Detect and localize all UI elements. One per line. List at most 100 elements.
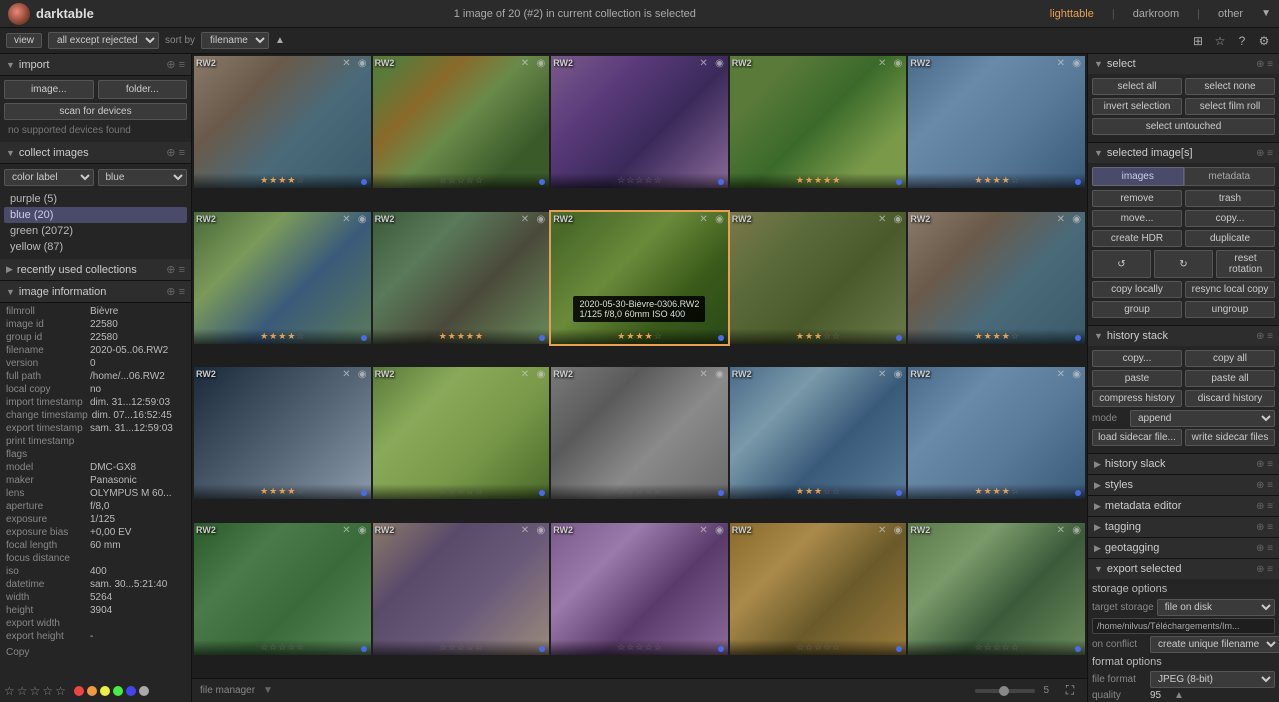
star-3[interactable]: ☆	[30, 684, 41, 698]
remove-btn[interactable]: remove	[1092, 190, 1182, 207]
dot-red[interactable]	[74, 686, 84, 696]
thumb-close-btn[interactable]: ✕	[878, 525, 886, 536]
history-copy-all-btn[interactable]: copy all	[1185, 350, 1275, 367]
copy-btn[interactable]: copy...	[1185, 210, 1275, 227]
list-item[interactable]: RW2 ✕ ◉ ★★★☆☆	[730, 367, 907, 499]
rotate-cw-btn[interactable]: ↻	[1154, 250, 1213, 278]
file-format-select[interactable]: JPEG (8-bit)	[1150, 671, 1275, 688]
list-item[interactable]: RW2 ✕ ◉ ☆☆☆☆☆	[373, 56, 550, 188]
collect-section-header[interactable]: collect images ⊕ ≡	[0, 142, 191, 164]
list-item[interactable]: RW2 ✕ ◉ ★★★★☆	[908, 367, 1085, 499]
dot-green[interactable]	[113, 686, 123, 696]
thumb-close-btn[interactable]: ✕	[521, 214, 529, 225]
thumb-close-btn[interactable]: ✕	[699, 58, 707, 69]
thumb-close-btn[interactable]: ✕	[342, 525, 350, 536]
fullscreen-icon[interactable]: ⛶	[1061, 682, 1079, 700]
nav-lighttable[interactable]: lighttable	[1044, 6, 1100, 22]
sort-select[interactable]: filename	[201, 32, 269, 49]
thumb-close-btn[interactable]: ✕	[1057, 214, 1065, 225]
import-folder-btn[interactable]: folder...	[98, 80, 188, 99]
invert-selection-btn[interactable]: invert selection	[1092, 98, 1182, 115]
thumb-close-btn[interactable]: ✕	[699, 369, 707, 380]
star-icon[interactable]: ☆	[1211, 32, 1229, 50]
star-1[interactable]: ☆	[4, 684, 15, 698]
write-sidecar-btn[interactable]: write sidecar files	[1185, 429, 1275, 446]
select-film-roll-btn[interactable]: select film roll	[1185, 98, 1275, 115]
list-item[interactable]: RW2 ✕ ◉ ★★★☆☆	[730, 212, 907, 344]
thumb-close-btn[interactable]: ✕	[878, 369, 886, 380]
thumb-close-btn[interactable]: ✕	[342, 214, 350, 225]
list-item[interactable]: RW2 ✕ ◉ ☆☆☆☆☆	[551, 367, 728, 499]
history-paste-all-btn[interactable]: paste all	[1185, 370, 1275, 387]
load-sidecar-btn[interactable]: load sidecar file...	[1092, 429, 1182, 446]
select-all-btn[interactable]: select all	[1092, 78, 1182, 95]
thumb-close-btn[interactable]: ✕	[878, 58, 886, 69]
export-header[interactable]: export selected ⊕ ≡	[1088, 559, 1279, 579]
filter-select[interactable]: all except rejected	[48, 32, 159, 49]
list-item[interactable]: RW2 ✕ ◉ ★★★★☆	[908, 212, 1085, 344]
thumb-close-btn[interactable]: ✕	[342, 58, 350, 69]
star-2[interactable]: ☆	[17, 684, 28, 698]
help-icon[interactable]: ?	[1233, 32, 1251, 50]
list-item[interactable]: RW2 ✕ ◉ ☆☆☆☆☆	[194, 523, 371, 655]
styles-header[interactable]: styles ⊕ ≡	[1088, 475, 1279, 495]
list-item[interactable]: RW2 ✕ ◉ ★★★★★	[373, 212, 550, 344]
list-item[interactable]: RW2 ✕ ◉ ★★★★☆	[194, 212, 371, 344]
settings-icon[interactable]: ⚙	[1255, 32, 1273, 50]
selected-images-header[interactable]: selected image[s] ⊕ ≡	[1088, 143, 1279, 163]
dot-gray[interactable]	[139, 686, 149, 696]
nav-other[interactable]: other	[1212, 6, 1249, 22]
star-4[interactable]: ☆	[42, 684, 53, 698]
import-image-btn[interactable]: image...	[4, 80, 94, 99]
list-item[interactable]: RW2 ✕ ◉ ★★★★★	[730, 56, 907, 188]
dot-orange[interactable]	[87, 686, 97, 696]
image-info-header[interactable]: image information ⊕ ≡	[0, 281, 191, 303]
thumb-close-btn[interactable]: ✕	[342, 369, 350, 380]
create-hdr-btn[interactable]: create HDR	[1092, 230, 1182, 247]
color-item-blue[interactable]: blue (20)	[4, 207, 187, 223]
select-none-btn[interactable]: select none	[1185, 78, 1275, 95]
list-item[interactable]: RW2 ✕ ◉ ☆☆☆☆☆	[730, 523, 907, 655]
color-item-purple[interactable]: purple (5)	[4, 191, 187, 207]
thumb-close-btn[interactable]: ✕	[699, 214, 707, 225]
metadata-editor-header[interactable]: metadata editor ⊕ ≡	[1088, 496, 1279, 516]
list-item[interactable]: RW2 ✕ ◉ 2020-05-30-Bièvre-0306.RW21/125 …	[551, 212, 728, 344]
grid-dropdown-icon[interactable]: ▼	[263, 685, 273, 696]
thumb-close-btn[interactable]: ✕	[521, 58, 529, 69]
dot-blue[interactable]	[126, 686, 136, 696]
group-btn[interactable]: group	[1092, 301, 1182, 318]
trash-btn[interactable]: trash	[1185, 190, 1275, 207]
list-item[interactable]: RW2 ✕ ◉ ★★★★☆	[908, 56, 1085, 188]
thumb-close-btn[interactable]: ✕	[1057, 58, 1065, 69]
copy-locally-btn[interactable]: copy locally	[1092, 281, 1182, 298]
ungroup-btn[interactable]: ungroup	[1185, 301, 1275, 318]
view-btn[interactable]: view	[6, 33, 42, 48]
thumb-close-btn[interactable]: ✕	[699, 525, 707, 536]
thumb-close-btn[interactable]: ✕	[521, 369, 529, 380]
nav-darkroom[interactable]: darkroom	[1127, 6, 1185, 22]
target-select[interactable]: file on disk	[1157, 599, 1275, 616]
list-item[interactable]: RW2 ✕ ◉ ☆☆☆☆☆	[373, 367, 550, 499]
quality-arrow[interactable]: ▲	[1174, 690, 1184, 701]
tagging-header[interactable]: tagging ⊕ ≡	[1088, 517, 1279, 537]
sort-direction-icon[interactable]: ▲	[275, 35, 285, 46]
list-item[interactable]: RW2 ✕ ◉ ☆☆☆☆☆	[551, 523, 728, 655]
history-stack-header[interactable]: history stack ⊕ ≡	[1088, 326, 1279, 346]
list-item[interactable]: RW2 ✕ ◉ ☆☆☆☆☆	[908, 523, 1085, 655]
rotate-ccw-btn[interactable]: ↺	[1092, 250, 1151, 278]
thumb-close-btn[interactable]: ✕	[1057, 525, 1065, 536]
discard-history-btn[interactable]: discard history	[1185, 390, 1275, 407]
nav-dropdown[interactable]: ▼	[1261, 8, 1271, 19]
resync-btn[interactable]: resync local copy	[1185, 281, 1275, 298]
select-untouched-btn[interactable]: select untouched	[1092, 118, 1275, 135]
color-value-select[interactable]: blue	[98, 169, 188, 186]
scan-devices-btn[interactable]: scan for devices	[4, 103, 187, 120]
grid-mode-label[interactable]: file manager	[200, 685, 255, 696]
recently-used-header[interactable]: recently used collections ⊕ ≡	[0, 259, 191, 281]
dot-yellow[interactable]	[100, 686, 110, 696]
color-item-yellow[interactable]: yellow (87)	[4, 239, 187, 255]
tab-images[interactable]: images	[1092, 167, 1184, 186]
list-item[interactable]: RW2 ✕ ◉ ★★★★☆	[194, 56, 371, 188]
duplicate-btn[interactable]: duplicate	[1185, 230, 1275, 247]
zoom-slider[interactable]	[975, 689, 1035, 693]
